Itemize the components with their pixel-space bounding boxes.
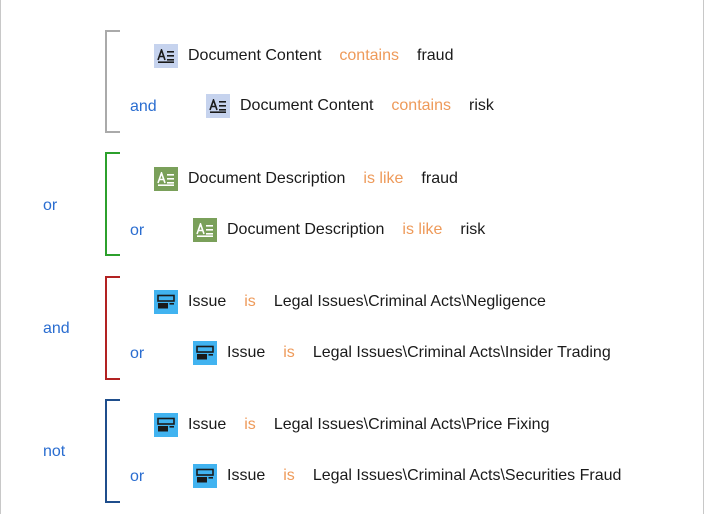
condition-row[interactable]: Issue is Legal Issues\Criminal Acts\Pric… [154,413,549,437]
condition-value[interactable]: fraud [421,170,457,188]
condition-field: Document Content [188,47,322,64]
condition-operator[interactable]: is like [402,221,442,239]
condition-row[interactable]: Issue is Legal Issues\Criminal Acts\Insi… [193,341,611,365]
condition-field: Issue [227,467,266,484]
condition-row[interactable]: Issue is Legal Issues\Criminal Acts\Negl… [154,290,546,314]
choice-field-icon [154,413,178,437]
condition-value[interactable]: Legal Issues\Criminal Acts\Price Fixing [274,416,550,434]
condition-field: Document Description [188,170,346,187]
condition-value[interactable]: fraud [417,47,453,65]
group-join-operator[interactable]: or [43,197,57,215]
condition-row[interactable]: Document Description is like risk [193,218,485,242]
condition-operator[interactable]: is like [363,170,403,188]
condition-operator[interactable]: contains [339,47,399,65]
condition-value[interactable]: risk [460,221,485,239]
group-bracket [105,152,120,256]
condition-operator[interactable]: is [244,416,256,434]
group-join-operator[interactable]: not [43,443,65,461]
group-bracket [105,276,120,380]
group-bracket [105,30,120,133]
row-join-operator[interactable]: or [130,222,144,240]
choice-field-icon [193,464,217,488]
condition-row[interactable]: Document Content contains fraud [154,44,453,68]
condition-operator[interactable]: is [244,293,256,311]
condition-builder: Document Content contains fraud and Docu… [0,0,704,514]
condition-value[interactable]: Legal Issues\Criminal Acts\Insider Tradi… [313,344,611,362]
condition-field: Document Description [227,221,385,238]
condition-field: Document Content [240,97,374,114]
group-join-operator[interactable]: and [43,320,70,338]
text-field-icon [154,167,178,191]
condition-field: Issue [188,293,227,310]
choice-field-icon [154,290,178,314]
condition-operator[interactable]: is [283,344,295,362]
text-field-icon [206,94,230,118]
condition-value[interactable]: risk [469,97,494,115]
row-join-operator[interactable]: and [130,98,157,116]
condition-field: Issue [227,344,266,361]
condition-value[interactable]: Legal Issues\Criminal Acts\Securities Fr… [313,467,622,485]
row-join-operator[interactable]: or [130,345,144,363]
condition-value[interactable]: Legal Issues\Criminal Acts\Negligence [274,293,546,311]
condition-field: Issue [188,416,227,433]
text-field-icon [193,218,217,242]
condition-operator[interactable]: is [283,467,295,485]
text-field-icon [154,44,178,68]
row-join-operator[interactable]: or [130,468,144,486]
condition-operator[interactable]: contains [391,97,451,115]
condition-row[interactable]: Issue is Legal Issues\Criminal Acts\Secu… [193,464,621,488]
condition-row[interactable]: Document Content contains risk [206,94,494,118]
condition-row[interactable]: Document Description is like fraud [154,167,458,191]
choice-field-icon [193,341,217,365]
group-bracket [105,399,120,503]
